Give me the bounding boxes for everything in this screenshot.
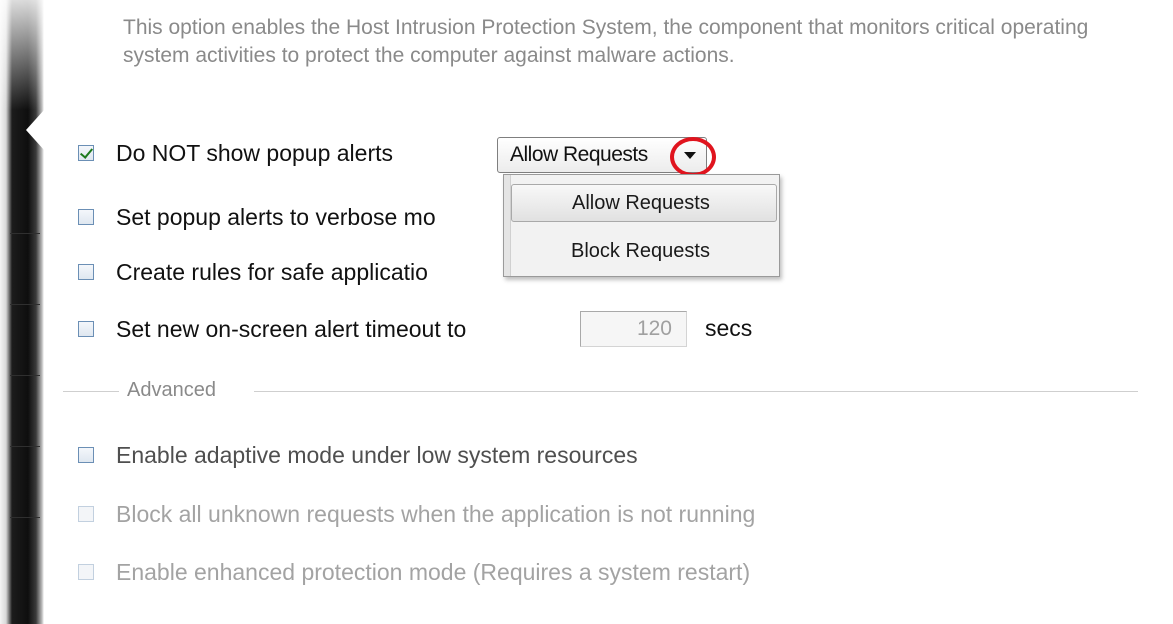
advanced-divider-right — [254, 391, 1138, 392]
enhanced-protection-option: Enable enhanced protection mode (Require… — [78, 558, 750, 586]
sidebar-divider — [10, 304, 40, 305]
sidebar-divider — [10, 517, 40, 518]
sidebar-divider — [10, 446, 40, 447]
verbose-option[interactable]: Set popup alerts to verbose mo — [78, 203, 436, 231]
enhanced-protection-checkbox — [78, 564, 94, 580]
adaptive-mode-checkbox[interactable] — [78, 447, 94, 463]
menu-item-block[interactable]: Block Requests — [511, 232, 777, 270]
sidebar-fade — [0, 0, 44, 110]
safe-rules-checkbox[interactable] — [78, 264, 94, 280]
no-popup-label: Do NOT show popup alerts — [116, 139, 393, 166]
advanced-title: Advanced — [127, 379, 216, 401]
sidebar-divider — [10, 375, 40, 376]
verbose-checkbox[interactable] — [78, 209, 94, 225]
safe-rules-label: Create rules for safe applicatio — [116, 258, 428, 285]
selection-pointer — [26, 110, 44, 150]
popup-action-menu: Allow Requests Block Requests — [503, 174, 780, 277]
timeout-label: Set new on-screen alert timeout to — [116, 315, 467, 342]
verbose-label: Set popup alerts to verbose mo — [116, 203, 436, 230]
timeout-unit: secs — [705, 315, 753, 341]
block-unknown-label: Block all unknown requests when the appl… — [116, 500, 756, 527]
menu-gutter — [504, 175, 511, 276]
timeout-checkbox[interactable] — [78, 321, 94, 337]
block-unknown-checkbox — [78, 506, 94, 522]
sidebar-divider — [10, 233, 40, 234]
adaptive-mode-option[interactable]: Enable adaptive mode under low system re… — [78, 441, 638, 469]
timeout-input[interactable] — [580, 311, 687, 347]
hips-description: This option enables the Host Intrusion P… — [123, 16, 1089, 67]
popup-action-value: Allow Requests — [510, 143, 648, 166]
annotation-circle — [670, 137, 716, 177]
safe-rules-option[interactable]: Create rules for safe applicatio — [78, 258, 428, 286]
menu-item-allow[interactable]: Allow Requests — [511, 184, 777, 222]
advanced-divider-left — [63, 391, 119, 392]
no-popup-option[interactable]: Do NOT show popup alerts — [78, 139, 393, 167]
adaptive-mode-label: Enable adaptive mode under low system re… — [116, 441, 638, 468]
enhanced-protection-label: Enable enhanced protection mode (Require… — [116, 558, 751, 585]
hips-settings-panel: This option enables the Host Intrusion P… — [0, 0, 1173, 624]
no-popup-checkbox[interactable] — [78, 145, 94, 161]
timeout-option[interactable]: Set new on-screen alert timeout to — [78, 315, 466, 343]
block-unknown-option: Block all unknown requests when the appl… — [78, 500, 755, 528]
